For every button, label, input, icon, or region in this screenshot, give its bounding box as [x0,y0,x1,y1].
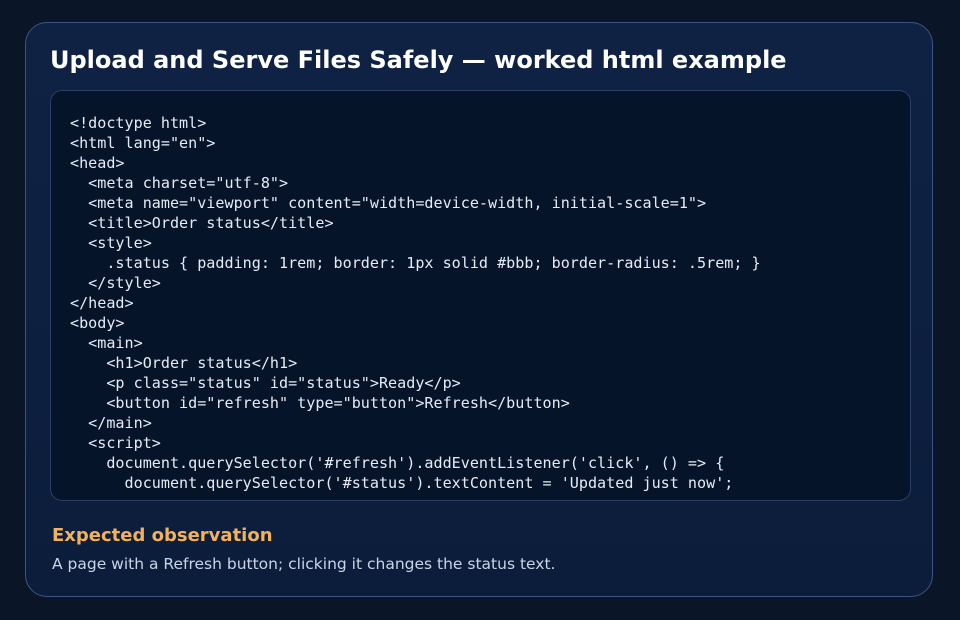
code-block: <!doctype html> <html lang="en"> <head> … [50,90,911,501]
observation-text: A page with a Refresh button; clicking i… [52,555,556,573]
code-text: <!doctype html> <html lang="en"> <head> … [70,114,761,492]
example-card: Upload and Serve Files Safely — worked h… [25,22,933,597]
card-title: Upload and Serve Files Safely — worked h… [50,46,787,74]
observation-heading: Expected observation [52,525,273,546]
